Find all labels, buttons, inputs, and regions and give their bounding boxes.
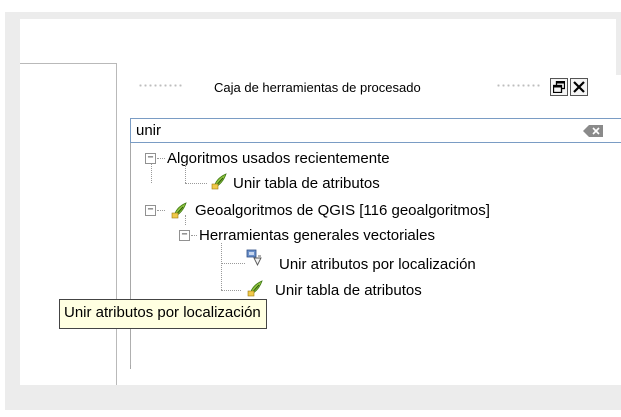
tree-item-label: Algoritmos usados recientemente — [167, 149, 390, 167]
tree-connector — [221, 290, 241, 291]
title-grip-right — [496, 83, 541, 89]
tree-item-unir-tabla-atributos[interactable]: Unir tabla de atributos — [275, 279, 422, 301]
tree-connector — [221, 243, 222, 290]
qgis-algorithm-icon — [211, 173, 227, 190]
collapse-qgis-icon[interactable]: − — [145, 205, 156, 216]
tree-connector — [185, 165, 186, 183]
tooltip: Unir atributos por localización — [59, 299, 267, 329]
tree-connector — [185, 183, 207, 184]
tree-item-label: Herramientas generales vectoriales — [199, 226, 435, 244]
tree-item-label: Unir tabla de atributos — [275, 281, 422, 299]
collapse-vector-tools-icon[interactable]: − — [179, 230, 190, 241]
float-window-icon[interactable] — [550, 78, 568, 96]
tree-item-qgis-geoalgorithms[interactable]: Geoalgoritmos de QGIS [116 geoalgoritmos… — [195, 199, 490, 221]
left-panel — [20, 63, 117, 385]
tree-item-label: Unir tabla de atributos — [233, 174, 380, 192]
tree-connector — [157, 158, 165, 159]
qgis-algorithm-icon — [247, 280, 263, 297]
dock-title: Caja de herramientas de procesado — [214, 80, 421, 95]
title-grip-left — [138, 83, 183, 89]
dock-title-bar[interactable]: Caja de herramientas de procesado — [118, 75, 621, 101]
search-input-value[interactable]: unir — [136, 122, 161, 139]
vector-join-location-icon — [246, 249, 262, 267]
search-input[interactable]: unir — [130, 118, 621, 143]
tree-connector — [191, 235, 197, 236]
tree-item-unir-atributos-localizacion[interactable]: Unir atributos por localización — [279, 253, 476, 275]
tree-item-recent[interactable]: Algoritmos usados recientemente — [167, 147, 390, 169]
tree-item-vector-tools[interactable]: Herramientas generales vectoriales — [199, 224, 435, 246]
tree-item-recent-unir-tabla[interactable]: Unir tabla de atributos — [233, 172, 380, 194]
collapse-recent-icon[interactable]: − — [145, 153, 156, 164]
tree-item-label: Geoalgoritmos de QGIS [116 geoalgoritmos… — [195, 201, 490, 219]
qgis-algorithm-icon — [171, 202, 187, 219]
tree-item-label: Unir atributos por localización — [279, 255, 476, 273]
tree-connector — [185, 215, 186, 225]
clear-text-icon[interactable] — [583, 125, 603, 137]
algorithm-tree: − Algoritmos usados recientemente Unir t… — [130, 143, 621, 369]
processing-toolbox-dock: Caja de herramientas de procesado unir − — [118, 75, 621, 385]
close-icon[interactable] — [570, 78, 588, 96]
tree-connector — [157, 210, 165, 211]
tree-connector — [221, 263, 245, 264]
dock-border — [130, 340, 131, 365]
